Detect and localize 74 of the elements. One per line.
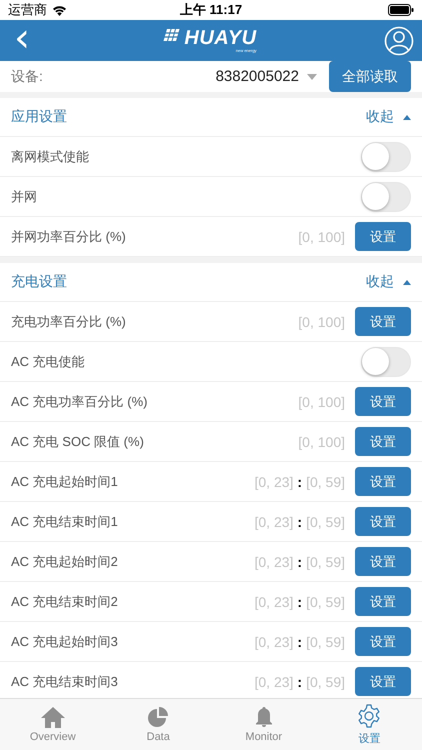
hour-input[interactable]: [0, 23] xyxy=(254,634,294,650)
set-button[interactable]: 设置 xyxy=(355,387,411,416)
device-select[interactable]: 8382005022 xyxy=(216,68,299,85)
gear-icon xyxy=(357,704,382,728)
collapse-button[interactable]: 收起 xyxy=(366,108,411,126)
time-separator: : xyxy=(297,474,302,490)
setting-label: 离网模式使能 xyxy=(11,148,90,166)
hour-input[interactable]: [0, 23] xyxy=(254,594,294,610)
user-icon[interactable] xyxy=(384,26,414,56)
battery-icon xyxy=(388,4,414,16)
hour-input[interactable]: [0, 23] xyxy=(254,514,294,530)
set-button[interactable]: 设置 xyxy=(355,427,411,456)
set-button[interactable]: 设置 xyxy=(355,307,411,336)
setting-label: AC 充电结束时间2 xyxy=(11,592,119,610)
value-input[interactable]: [0, 100] xyxy=(298,434,345,450)
minute-input[interactable]: [0, 59] xyxy=(306,514,345,530)
hour-input[interactable]: [0, 23] xyxy=(254,554,294,570)
tab-item[interactable]: Data xyxy=(106,699,211,750)
minute-input[interactable]: [0, 59] xyxy=(306,554,345,570)
carrier-name: 运营商 xyxy=(8,1,47,19)
toggle-switch[interactable] xyxy=(361,346,411,376)
device-label: 设备: xyxy=(11,68,44,86)
time-separator: : xyxy=(297,514,302,530)
home-icon xyxy=(40,706,66,728)
caret-up-icon xyxy=(403,280,411,284)
tab-item[interactable]: Monitor xyxy=(211,699,316,750)
section-title: 应用设置 xyxy=(11,108,68,126)
setting-label: AC 充电结束时间3 xyxy=(11,672,119,690)
minute-input[interactable]: [0, 59] xyxy=(306,634,345,650)
set-button[interactable]: 设置 xyxy=(355,627,411,656)
setting-label: AC 充电起始时间1 xyxy=(11,472,119,490)
set-button[interactable]: 设置 xyxy=(355,222,411,251)
value-input[interactable]: [0, 100] xyxy=(298,314,345,330)
setting-label: AC 充电 SOC 限值 (%) xyxy=(11,432,145,450)
value-input[interactable]: [0, 100] xyxy=(298,228,345,244)
hour-input[interactable]: [0, 23] xyxy=(254,674,294,690)
pie-icon xyxy=(147,706,170,728)
toggle-switch[interactable] xyxy=(361,182,411,212)
setting-label: AC 充电使能 xyxy=(11,352,86,370)
time-separator: : xyxy=(297,634,302,650)
set-button[interactable]: 设置 xyxy=(355,547,411,576)
logo-text: HUAYU xyxy=(184,28,257,48)
collapse-button[interactable]: 收起 xyxy=(366,273,411,291)
dropdown-caret-icon xyxy=(307,74,317,80)
logo-icon xyxy=(163,28,182,42)
tab-item[interactable]: Overview xyxy=(0,699,106,750)
set-button[interactable]: 设置 xyxy=(355,507,411,536)
caret-up-icon xyxy=(403,114,411,120)
setting-label: AC 充电结束时间1 xyxy=(11,512,119,530)
time-separator: : xyxy=(297,674,302,690)
hour-input[interactable]: [0, 23] xyxy=(254,474,294,490)
minute-input[interactable]: [0, 59] xyxy=(306,674,345,690)
tab-item[interactable]: 设置 xyxy=(316,699,422,750)
setting-label: 并网功率百分比 (%) xyxy=(11,228,127,246)
set-button[interactable]: 设置 xyxy=(355,587,411,616)
wifi-icon xyxy=(52,4,67,16)
read-all-button[interactable]: 全部读取 xyxy=(329,61,411,92)
clock-time: 上午 11:17 xyxy=(180,1,242,19)
setting-label: AC 充电功率百分比 (%) xyxy=(11,392,148,410)
setting-label: AC 充电起始时间3 xyxy=(11,632,119,650)
minute-input[interactable]: [0, 59] xyxy=(306,474,345,490)
setting-label: 充电功率百分比 (%) xyxy=(11,312,127,330)
time-separator: : xyxy=(297,554,302,570)
set-button[interactable]: 设置 xyxy=(355,467,411,496)
setting-label: AC 充电起始时间2 xyxy=(11,552,119,570)
setting-label: 并网 xyxy=(11,188,38,206)
toggle-switch[interactable] xyxy=(361,142,411,172)
section-title: 充电设置 xyxy=(11,273,68,291)
minute-input[interactable]: [0, 59] xyxy=(306,594,345,610)
bell-icon xyxy=(254,706,274,728)
set-button[interactable]: 设置 xyxy=(355,667,411,696)
back-button[interactable]: ‹ xyxy=(8,22,36,58)
time-separator: : xyxy=(297,594,302,610)
value-input[interactable]: [0, 100] xyxy=(298,394,345,410)
